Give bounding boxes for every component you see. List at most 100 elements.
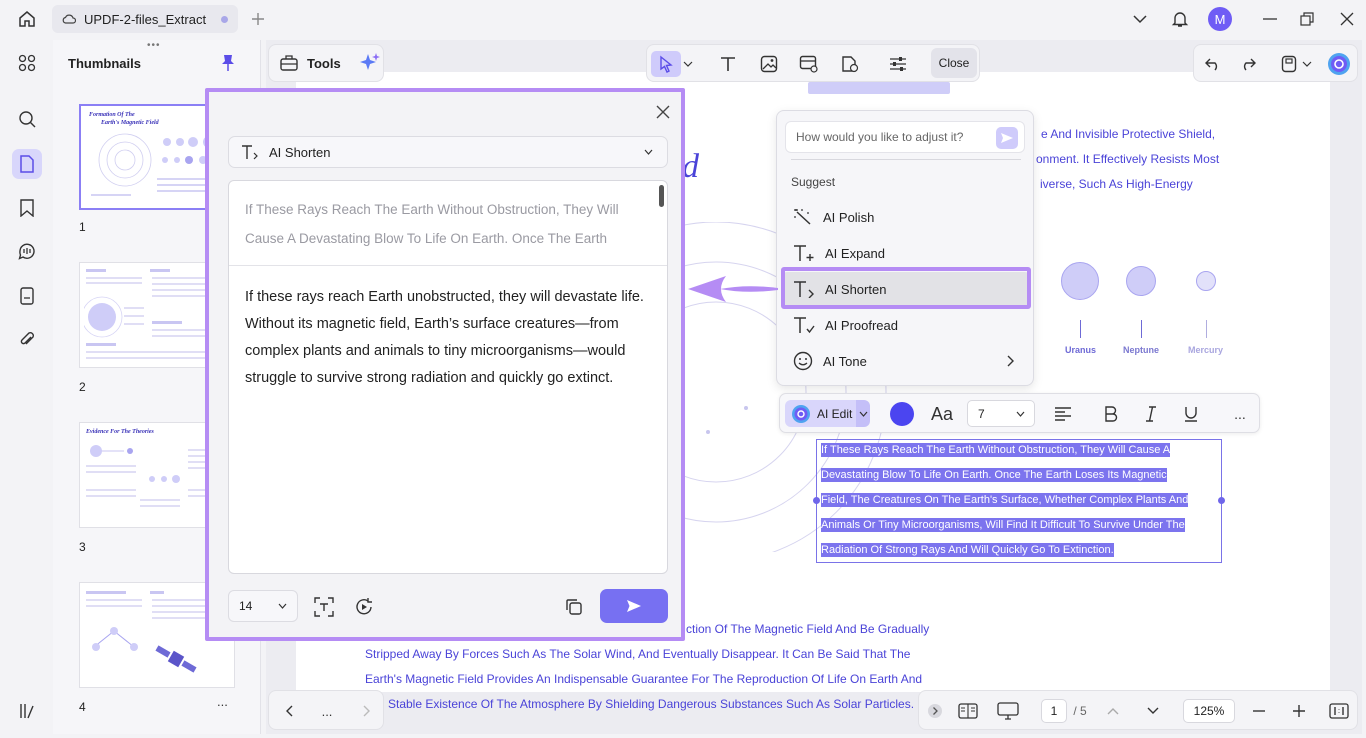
home-icon[interactable] — [17, 9, 37, 29]
ai-proofread-item[interactable]: AI Proofread — [783, 308, 1029, 342]
pages-icon[interactable] — [12, 149, 42, 179]
chevron-down-icon[interactable] — [1145, 701, 1161, 721]
ai-sparkle-icon[interactable] — [359, 52, 381, 74]
send-icon[interactable] — [996, 127, 1018, 149]
ai-item-label: AI Polish — [823, 209, 875, 225]
chevron-left-icon[interactable] — [279, 701, 299, 721]
ai-edit-button[interactable]: AI Edit — [785, 400, 867, 427]
page-number-2: 2 — [79, 380, 86, 394]
planet-uranus — [1061, 262, 1099, 300]
italic-icon[interactable] — [1139, 402, 1163, 426]
drag-handle[interactable]: ••• — [147, 40, 161, 51]
resize-handle-left[interactable] — [813, 497, 820, 504]
regenerate-icon[interactable] — [352, 595, 376, 619]
ai-mode-select[interactable]: AI Shorten — [228, 136, 668, 168]
undo-icon[interactable] — [1200, 51, 1226, 77]
avatar[interactable]: M — [1208, 7, 1232, 31]
scrollbar[interactable] — [659, 185, 664, 207]
resize-handle-right[interactable] — [1218, 497, 1225, 504]
close-window-icon[interactable] — [1337, 9, 1357, 29]
text-color-swatch[interactable] — [890, 402, 914, 426]
thumbnail-subtitle: Earth's Magnetic Field — [101, 120, 159, 126]
font-size-select[interactable]: 7 — [967, 400, 1035, 427]
search-icon[interactable] — [12, 104, 42, 134]
send-button[interactable] — [600, 589, 668, 623]
save-pdf-icon[interactable] — [12, 281, 42, 311]
ai-polish-item[interactable]: AI Polish — [783, 200, 1029, 234]
chevron-down-icon[interactable] — [856, 400, 870, 427]
planet-label: Mercury — [1188, 345, 1224, 355]
chevron-right-icon[interactable] — [357, 701, 377, 721]
text-format-toolbar: AI Edit Aa 7 ... — [779, 393, 1260, 433]
page-text-line: Earth's Magnetic Field Provides An Indis… — [365, 672, 923, 686]
minimize-icon[interactable] — [1260, 9, 1280, 29]
settings-sliders-icon[interactable] — [885, 51, 911, 77]
restore-icon[interactable] — [1297, 9, 1317, 29]
sidebar-toggle-icon[interactable] — [12, 696, 42, 726]
bookmark-icon[interactable] — [12, 193, 42, 223]
ai-shorten-panel: AI Shorten If These Rays Reach The Earth… — [205, 88, 685, 641]
image-tool-icon[interactable] — [756, 51, 782, 77]
font-size-value: 14 — [239, 599, 253, 613]
chevron-down-icon — [1016, 411, 1025, 417]
actual-size-icon[interactable] — [1329, 701, 1349, 721]
ai-tone-item[interactable]: AI Tone — [783, 344, 1029, 378]
notification-bell-icon[interactable] — [1170, 9, 1190, 29]
presentation-icon[interactable] — [997, 701, 1019, 721]
ai-mode-label: AI Shorten — [269, 144, 331, 160]
chevron-up-icon[interactable] — [1105, 701, 1121, 721]
apps-grid-icon[interactable] — [12, 48, 42, 78]
copy-icon[interactable] — [562, 595, 586, 619]
close-icon[interactable] — [653, 102, 673, 122]
zoom-out-icon[interactable] — [1251, 701, 1267, 721]
tools-label: Tools — [307, 55, 341, 71]
page-total: / 5 — [1073, 704, 1087, 718]
pin-icon[interactable] — [221, 54, 235, 72]
magic-wand-icon — [794, 209, 811, 225]
ai-text-area[interactable]: If These Rays Reach The Earth Without Ob… — [228, 180, 668, 574]
text-check-icon — [794, 317, 815, 334]
edit-toolbar: Close — [646, 44, 980, 82]
panel-font-size-select[interactable]: 14 — [228, 590, 298, 622]
page-text-line: ction Of The Magnetic Field And Be Gradu… — [686, 622, 930, 636]
tools-button[interactable]: Tools — [268, 44, 384, 82]
font-family-button[interactable]: Aa — [928, 402, 956, 426]
collapse-icon[interactable] — [927, 701, 943, 721]
page-number-input[interactable]: 1 — [1041, 699, 1067, 723]
ai-chat-icon[interactable] — [12, 236, 42, 266]
more-options-button[interactable]: ... — [1228, 402, 1252, 426]
redo-icon[interactable] — [1235, 51, 1261, 77]
page-more-button[interactable]: ... — [217, 694, 228, 709]
ai-expand-item[interactable]: AI Expand — [783, 236, 1029, 270]
chevron-down-icon — [278, 603, 287, 609]
selected-text-line: Field, The Creatures On The Earth's Surf… — [821, 493, 1189, 507]
ai-menu-dropdown: How would you like to adjust it? Suggest… — [776, 110, 1034, 386]
chevron-down-icon[interactable] — [1300, 51, 1314, 77]
select-cursor-icon[interactable] — [651, 51, 681, 77]
zoom-level-input[interactable]: 125% — [1183, 699, 1235, 723]
updf-ai-logo-icon[interactable] — [1326, 51, 1352, 77]
new-tab-icon[interactable] — [248, 9, 268, 29]
chevron-down-icon[interactable] — [1130, 9, 1150, 29]
document-tab[interactable]: UPDF-2-files_Extract — [52, 5, 238, 33]
thumbnails-title: Thumbnails — [68, 56, 141, 71]
text-resize-icon[interactable] — [312, 595, 336, 619]
attachment-icon[interactable] — [12, 325, 42, 355]
chevron-down-icon[interactable] — [681, 51, 695, 77]
align-left-icon[interactable] — [1051, 402, 1075, 426]
save-icon[interactable] — [1276, 51, 1302, 77]
underline-icon[interactable] — [1179, 402, 1203, 426]
stamp-tool-icon[interactable] — [837, 51, 863, 77]
chevron-down-icon — [644, 149, 653, 155]
ai-prompt-input[interactable]: How would you like to adjust it? — [785, 121, 1025, 153]
zoom-in-icon[interactable] — [1291, 701, 1307, 721]
page-text-line: iverse, Such As High-Energy — [1040, 177, 1193, 191]
text-tool-icon[interactable] — [715, 51, 741, 77]
chevron-right-icon — [1007, 355, 1014, 367]
source-text: If These Rays Reach The Earth Without Ob… — [245, 202, 619, 246]
close-edit-button[interactable]: Close — [931, 48, 977, 78]
page-layout-icon[interactable] — [957, 701, 979, 721]
link-tool-icon[interactable] — [796, 51, 822, 77]
more-pages-button[interactable]: ... — [317, 701, 337, 721]
bold-icon[interactable] — [1099, 402, 1123, 426]
